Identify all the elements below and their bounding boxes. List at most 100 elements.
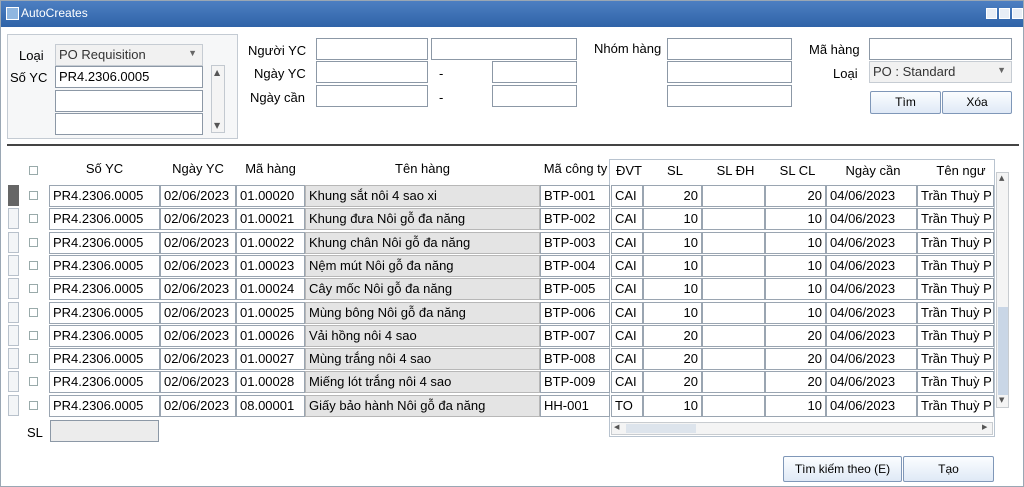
cell-dvt[interactable]: TO <box>611 395 643 417</box>
vertical-scrollbar[interactable]: ▲ ▼ <box>996 172 1009 408</box>
row-selector[interactable] <box>8 232 19 253</box>
create-button[interactable]: Tạo <box>903 456 994 482</box>
cell-sl-dh[interactable] <box>702 325 765 347</box>
cell-dvt[interactable]: CAI <box>611 255 643 277</box>
cell-sl[interactable]: 20 <box>643 325 702 347</box>
cell-sl[interactable]: 10 <box>643 208 702 230</box>
cell-ngay-yc[interactable]: 02/06/2023 <box>160 208 236 230</box>
cell-ngay-yc[interactable]: 02/06/2023 <box>160 348 236 370</box>
ngay-yc-to-field[interactable] <box>492 61 577 83</box>
ngay-can-to-field[interactable] <box>492 85 577 107</box>
cell-ngay-can[interactable]: 04/06/2023 <box>826 395 917 417</box>
cell-ngay-can[interactable]: 04/06/2023 <box>826 255 917 277</box>
cell-ten-hang[interactable]: Nệm mút Nôi gỗ đa năng <box>305 255 540 277</box>
row-selector[interactable] <box>8 255 19 276</box>
so-yc-field-1[interactable]: PR4.2306.0005 <box>55 66 203 88</box>
cell-dvt[interactable]: CAI <box>611 348 643 370</box>
nhom-hang-field-1[interactable] <box>667 38 792 60</box>
cell-so-yc[interactable]: PR4.2306.0005 <box>49 395 160 417</box>
xoa-button[interactable]: Xóa <box>942 91 1012 114</box>
cell-so-yc[interactable]: PR4.2306.0005 <box>49 348 160 370</box>
cell-ma-hang[interactable]: 01.00028 <box>236 371 305 393</box>
cell-ngay-yc[interactable]: 02/06/2023 <box>160 185 236 207</box>
cell-ten-hang[interactable]: Khung đưa Nôi gỗ đa năng <box>305 208 540 230</box>
so-yc-field-3[interactable] <box>55 113 203 135</box>
cell-ma-cty[interactable]: BTP-006 <box>540 302 610 324</box>
search-by-button[interactable]: Tìm kiếm theo (E) <box>783 456 902 482</box>
scroll-left-icon[interactable]: ◀ <box>614 423 619 431</box>
cell-ma-cty[interactable]: BTP-002 <box>540 208 610 230</box>
cell-sl-cl[interactable]: 10 <box>765 232 826 254</box>
cell-sl-cl[interactable]: 10 <box>765 278 826 300</box>
cell-ma-cty[interactable]: BTP-007 <box>540 325 610 347</box>
so-yc-scrollbar[interactable]: ▲ ▼ <box>211 65 225 133</box>
row-selector[interactable] <box>8 278 19 299</box>
cell-ma-hang[interactable]: 01.00025 <box>236 302 305 324</box>
loai-po-select[interactable]: PO : Standard ▼ <box>869 61 1012 83</box>
nhom-hang-field-3[interactable] <box>667 85 792 107</box>
cell-ngay-can[interactable]: 04/06/2023 <box>826 208 917 230</box>
cell-sl[interactable]: 10 <box>643 255 702 277</box>
cell-ngay-yc[interactable]: 02/06/2023 <box>160 371 236 393</box>
cell-ten-hang[interactable]: Mùng trắng nôi 4 sao <box>305 348 540 370</box>
horizontal-scrollbar[interactable]: ◀ ▶ <box>611 422 993 435</box>
cell-ma-cty[interactable]: BTP-003 <box>540 232 610 254</box>
cell-sl-dh[interactable] <box>702 255 765 277</box>
cell-ngay-yc[interactable]: 02/06/2023 <box>160 395 236 417</box>
cell-so-yc[interactable]: PR4.2306.0005 <box>49 185 160 207</box>
scrollbar-thumb[interactable] <box>626 424 696 433</box>
cell-sl[interactable]: 10 <box>643 395 702 417</box>
cell-ten-hang[interactable]: Vải hồng nôi 4 sao <box>305 325 540 347</box>
row-selector[interactable] <box>8 208 19 229</box>
cell-dvt[interactable]: CAI <box>611 371 643 393</box>
cell-sl-dh[interactable] <box>702 395 765 417</box>
cell-sl-cl[interactable]: 10 <box>765 208 826 230</box>
cell-ngay-yc[interactable]: 02/06/2023 <box>160 278 236 300</box>
row-checkbox[interactable] <box>29 261 38 270</box>
cell-ten-ngu[interactable]: Trần Thuỳ P <box>917 185 994 207</box>
cell-ngay-yc[interactable]: 02/06/2023 <box>160 325 236 347</box>
cell-ma-hang[interactable]: 01.00026 <box>236 325 305 347</box>
select-all-checkbox[interactable] <box>29 166 38 175</box>
loai-select[interactable]: PO Requisition ▼ <box>55 44 203 66</box>
cell-dvt[interactable]: CAI <box>611 325 643 347</box>
cell-sl-cl[interactable]: 20 <box>765 348 826 370</box>
maximize-icon[interactable] <box>999 8 1010 19</box>
cell-ten-ngu[interactable]: Trần Thuỳ P <box>917 348 994 370</box>
cell-sl[interactable]: 20 <box>643 348 702 370</box>
scrollbar-thumb[interactable] <box>998 307 1008 395</box>
cell-ten-ngu[interactable]: Trần Thuỳ P <box>917 395 994 417</box>
nhom-hang-field-2[interactable] <box>667 61 792 83</box>
scroll-down-icon[interactable]: ▼ <box>214 121 220 130</box>
nguoi-yc-field[interactable] <box>316 38 428 60</box>
cell-ngay-yc[interactable]: 02/06/2023 <box>160 255 236 277</box>
cell-dvt[interactable]: CAI <box>611 208 643 230</box>
row-checkbox[interactable] <box>29 354 38 363</box>
cell-ngay-yc[interactable]: 02/06/2023 <box>160 232 236 254</box>
cell-sl-cl[interactable]: 10 <box>765 255 826 277</box>
cell-ten-ngu[interactable]: Trần Thuỳ P <box>917 371 994 393</box>
row-checkbox[interactable] <box>29 238 38 247</box>
scroll-right-icon[interactable]: ▶ <box>982 423 987 431</box>
tim-button[interactable]: Tìm <box>870 91 941 114</box>
cell-so-yc[interactable]: PR4.2306.0005 <box>49 371 160 393</box>
cell-ngay-can[interactable]: 04/06/2023 <box>826 325 917 347</box>
cell-ten-ngu[interactable]: Trần Thuỳ P <box>917 325 994 347</box>
so-yc-field-2[interactable] <box>55 90 203 112</box>
cell-so-yc[interactable]: PR4.2306.0005 <box>49 278 160 300</box>
cell-dvt[interactable]: CAI <box>611 302 643 324</box>
cell-sl-cl[interactable]: 20 <box>765 325 826 347</box>
cell-ma-cty[interactable]: BTP-001 <box>540 185 610 207</box>
cell-dvt[interactable]: CAI <box>611 232 643 254</box>
cell-sl[interactable]: 20 <box>643 185 702 207</box>
cell-so-yc[interactable]: PR4.2306.0005 <box>49 302 160 324</box>
cell-sl-dh[interactable] <box>702 302 765 324</box>
minimize-icon[interactable] <box>986 8 997 19</box>
close-icon[interactable] <box>1012 8 1023 19</box>
cell-sl[interactable]: 10 <box>643 302 702 324</box>
cell-ten-hang[interactable]: Giấy bảo hành Nôi gỗ đa năng <box>305 395 540 417</box>
cell-ma-hang[interactable]: 01.00020 <box>236 185 305 207</box>
cell-sl-cl[interactable]: 20 <box>765 371 826 393</box>
cell-sl[interactable]: 10 <box>643 278 702 300</box>
row-selector[interactable] <box>8 325 19 346</box>
